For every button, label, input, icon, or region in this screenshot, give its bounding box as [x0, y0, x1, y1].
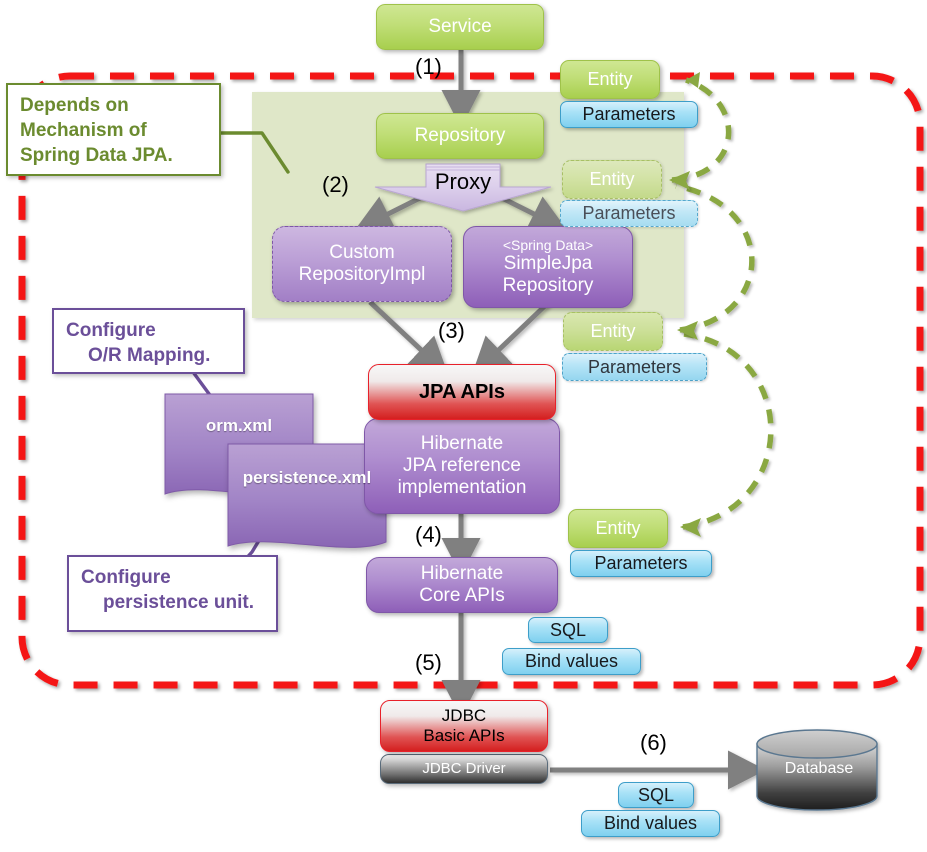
- hibernate-jpa-line2: JPA reference: [403, 455, 521, 477]
- step-label-6: (6): [640, 730, 667, 755]
- note-depends-line3: Spring Data JPA.: [20, 145, 173, 167]
- note-persistence-unit-line1: Configure: [81, 567, 171, 588]
- node-simple-jpa-repository[interactable]: <Spring Data> SimpleJpa Repository: [463, 226, 633, 308]
- parameters-2-label: Parameters: [582, 203, 676, 224]
- note-configure-or-mapping: Configure O/R Mapping.: [52, 308, 245, 374]
- node-repository[interactable]: Repository: [376, 113, 544, 159]
- hibernate-jpa-line3: implementation: [397, 476, 527, 498]
- custom-repository-impl-line1: Custom: [329, 242, 395, 264]
- sql-tag-2-label: SQL: [637, 784, 675, 805]
- hibernate-core-line1: Hibernate: [420, 563, 504, 585]
- entity-box-1[interactable]: Entity: [560, 60, 660, 99]
- sql-tag-1[interactable]: SQL: [528, 617, 608, 643]
- parameters-4-label: Parameters: [594, 553, 688, 574]
- database-label: Database: [784, 759, 854, 777]
- step-label-3: (3): [438, 318, 465, 343]
- node-jpa-apis[interactable]: JPA APIs: [368, 364, 556, 420]
- node-hibernate-jpa-reference-impl[interactable]: Hibernate JPA reference implementation: [364, 418, 560, 514]
- node-jpa-apis-label: JPA APIs: [419, 380, 505, 403]
- entity-2-label: Entity: [589, 169, 635, 190]
- hibernate-jpa-line1: Hibernate: [420, 433, 504, 455]
- parameters-3-label: Parameters: [587, 356, 682, 377]
- entity-1-label: Entity: [587, 69, 633, 90]
- parameters-box-1[interactable]: Parameters: [560, 101, 698, 128]
- parameters-box-2[interactable]: Parameters: [560, 200, 698, 227]
- entity-box-3[interactable]: Entity: [563, 312, 663, 351]
- sql-tag-1-label: SQL: [549, 619, 587, 640]
- custom-repository-impl-line2: RepositoryImpl: [298, 264, 426, 285]
- jdbc-basic-line1: JDBC: [441, 706, 487, 726]
- sql-tag-2[interactable]: SQL: [618, 782, 694, 808]
- node-service-label: Service: [428, 16, 492, 38]
- node-service[interactable]: Service: [376, 4, 544, 50]
- persistence-xml-label: persistence.xml: [242, 468, 372, 488]
- proxy-label: Proxy: [434, 169, 492, 195]
- note-depends-line1: Depends on: [20, 95, 129, 116]
- step-label-2: (2): [322, 172, 349, 197]
- note-depends-on-spring-data: Depends on Mechanism of Spring Data JPA.: [6, 83, 221, 176]
- note-or-mapping-line1: Configure: [66, 320, 156, 341]
- parameters-box-4[interactable]: Parameters: [570, 550, 712, 577]
- hibernate-core-line2: Core APIs: [419, 585, 505, 606]
- step-label-1: (1): [415, 54, 442, 79]
- diagram-canvas: Proxy orm.xml persistence.xml Database S…: [0, 0, 927, 852]
- node-hibernate-core-apis[interactable]: Hibernate Core APIs: [366, 557, 558, 613]
- entity-box-2[interactable]: Entity: [562, 160, 662, 199]
- node-jdbc-basic-apis[interactable]: JDBC Basic APIs: [380, 700, 548, 752]
- note-depends-line2: Mechanism of: [20, 120, 147, 142]
- simple-jpa-stereotype: <Spring Data>: [502, 237, 594, 254]
- simple-jpa-line1: SimpleJpa: [503, 253, 593, 275]
- bind-values-tag-1[interactable]: Bind values: [502, 648, 641, 675]
- parameters-box-3[interactable]: Parameters: [562, 353, 707, 381]
- bind-values-tag-2-label: Bind values: [603, 813, 698, 834]
- note-configure-persistence-unit: Configure persistence unit.: [67, 555, 278, 632]
- parameters-1-label: Parameters: [582, 104, 676, 125]
- node-custom-repository-impl[interactable]: Custom RepositoryImpl: [272, 226, 452, 302]
- jdbc-basic-line2: Basic APIs: [423, 726, 505, 745]
- orm-xml-label: orm.xml: [205, 416, 273, 436]
- node-jdbc-driver[interactable]: JDBC Driver: [380, 754, 548, 784]
- step-label-4: (4): [415, 522, 442, 547]
- note-or-mapping-line2: O/R Mapping.: [88, 345, 211, 367]
- simple-jpa-line2: Repository: [502, 275, 594, 297]
- bind-values-tag-1-label: Bind values: [524, 651, 619, 672]
- entity-4-label: Entity: [595, 518, 641, 539]
- entity-3-label: Entity: [590, 321, 636, 342]
- bind-values-tag-2[interactable]: Bind values: [581, 810, 720, 837]
- node-repository-label: Repository: [414, 125, 506, 147]
- note-persistence-unit-line2: persistence unit.: [103, 592, 254, 614]
- jdbc-driver-label: JDBC Driver: [422, 760, 506, 778]
- step-label-5: (5): [415, 650, 442, 675]
- entity-box-4[interactable]: Entity: [568, 509, 668, 548]
